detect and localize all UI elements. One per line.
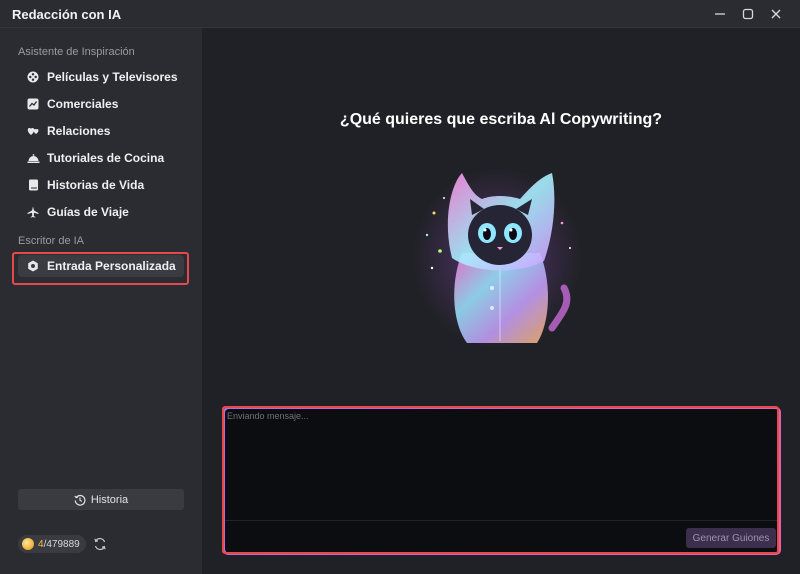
composer-body: Generar Guiones <box>225 409 779 553</box>
history-button[interactable]: Historia <box>18 489 184 510</box>
sidebar-item-label: Entrada Personalizada <box>47 259 176 273</box>
gear-icon <box>26 259 40 273</box>
message-composer: Generar Guiones <box>223 407 781 555</box>
sidebar-item-movies[interactable]: Películas y Televisores <box>18 66 184 88</box>
sidebar-item-custom-input[interactable]: Entrada Personalizada <box>18 255 184 277</box>
section-title-inspiration: Asistente de Inspiración <box>18 46 135 58</box>
hearts-icon <box>26 124 40 138</box>
minimize-icon <box>715 13 725 15</box>
window-title: Redacción con IA <box>12 7 122 22</box>
sidebar-item-commercials[interactable]: Comerciales <box>18 93 184 115</box>
maximize-icon <box>742 8 754 20</box>
generate-scripts-button[interactable]: Generar Guiones <box>686 528 776 548</box>
book-icon <box>26 178 40 192</box>
sidebar-item-label: Guías de Viaje <box>47 205 129 219</box>
history-label: Historia <box>90 493 129 506</box>
sidebar-item-label: Comerciales <box>47 97 119 111</box>
page-title: ¿Qué quieres que escriba Al Copywriting? <box>339 111 663 128</box>
refresh-button[interactable] <box>93 537 107 551</box>
neon-cat-illustration <box>412 168 582 348</box>
cloche-icon <box>26 151 40 165</box>
sidebar-item-cooking[interactable]: Tutoriales de Cocina <box>18 147 184 169</box>
trend-chart-icon <box>26 97 40 111</box>
sidebar-item-label: Películas y Televisores <box>47 70 178 84</box>
composer-divider <box>225 520 779 521</box>
credits-badge: 4 /479889 <box>18 535 86 553</box>
sidebar-item-label: Tutoriales de Cocina <box>47 151 165 165</box>
sidebar-item-travel[interactable]: Guías de Viaje <box>18 201 184 223</box>
refresh-icon <box>94 537 106 551</box>
sidebar: Asistente de Inspiración Películas y Tel… <box>0 28 202 574</box>
section-title-ai-writer: Escritor de IA <box>18 235 85 247</box>
airplane-icon <box>26 205 40 219</box>
sidebar-item-life-stories[interactable]: Historias de Vida <box>18 174 184 196</box>
close-button[interactable] <box>764 3 788 25</box>
credits-total: /479889 <box>43 538 80 550</box>
minimize-button[interactable] <box>708 3 732 25</box>
message-input[interactable] <box>227 411 775 515</box>
sidebar-item-label: Historias de Vida <box>47 178 145 192</box>
coin-icon <box>22 538 34 550</box>
maximize-button[interactable] <box>736 3 760 25</box>
close-icon <box>771 9 781 19</box>
title-bar: Redacción con IA <box>0 0 800 28</box>
main-panel: ¿Qué quieres que escriba Al Copywriting? <box>202 28 800 574</box>
sidebar-item-label: Relaciones <box>47 124 111 138</box>
history-clock-icon <box>74 494 86 506</box>
film-reel-icon <box>26 70 40 84</box>
sidebar-item-relations[interactable]: Relaciones <box>18 120 184 142</box>
